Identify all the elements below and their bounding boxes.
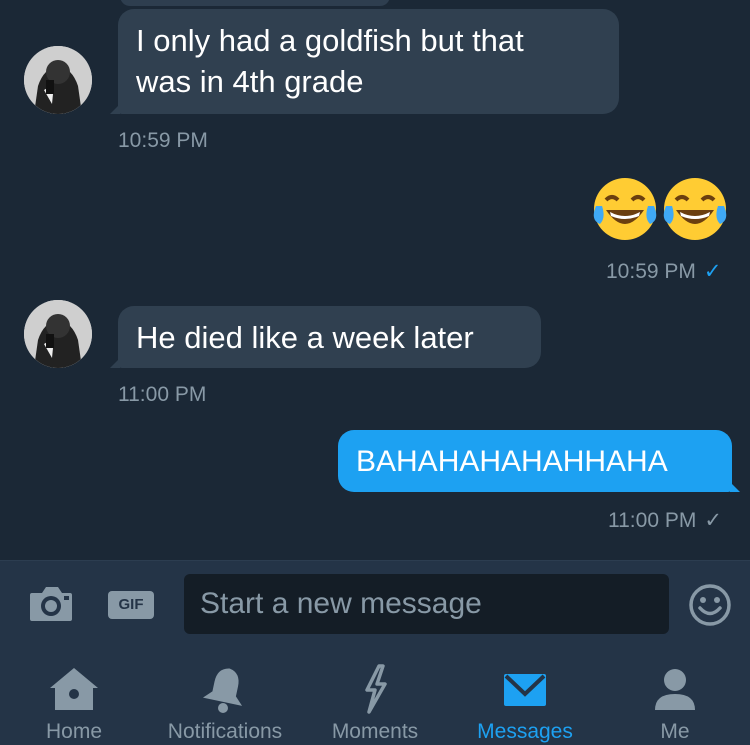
tab-label: Moments: [331, 720, 419, 743]
timestamp-text: 11:00 PM: [608, 509, 697, 532]
tab-label: Me: [660, 720, 690, 743]
face-with-tears-of-joy-icon: [592, 176, 658, 242]
timestamp-text: 10:59 PM: [606, 260, 696, 283]
person-icon: [655, 669, 695, 710]
avatar[interactable]: [24, 46, 92, 114]
read-check-icon: ✓: [703, 260, 722, 283]
outgoing-emoji-message[interactable]: [592, 176, 728, 242]
tab-label: Notifications: [167, 720, 283, 743]
avatar[interactable]: [24, 300, 92, 368]
gif-button[interactable]: GIF: [108, 591, 154, 619]
incoming-message-bubble[interactable]: He died like a week later: [110, 306, 541, 368]
message-text-line: I only had a goldfish but that: [136, 23, 524, 58]
avatar-photo: [24, 300, 92, 368]
bell-icon: [202, 668, 243, 713]
smiley-icon[interactable]: [688, 583, 732, 627]
tab-me[interactable]: Me: [635, 650, 715, 745]
face-with-tears-of-joy-icon: [662, 176, 728, 242]
sent-check-icon: ✓: [704, 509, 722, 532]
avatar-photo: [24, 46, 92, 114]
camera-icon[interactable]: [28, 585, 74, 623]
message-timestamp: 10:59 PM ✓: [606, 259, 722, 284]
envelope-icon: [504, 674, 546, 706]
lightning-icon: [365, 664, 387, 714]
message-timestamp: 11:00 PM: [118, 383, 207, 406]
message-timestamp: 11:00 PM ✓: [608, 508, 722, 533]
message-text-line: was in 4th grade: [136, 64, 364, 99]
tab-home[interactable]: Home: [24, 650, 124, 745]
message-timestamp: 10:59 PM: [118, 129, 208, 152]
conversation-thread: I only had a goldfish but that was in 4t…: [0, 0, 750, 560]
tab-notifications[interactable]: Notifications: [150, 650, 300, 745]
home-icon: [50, 668, 98, 710]
previous-message-bubble: [120, 0, 390, 6]
message-input[interactable]: [184, 574, 669, 634]
message-text: He died like a week later: [136, 320, 474, 355]
message-text: BAHAHAHAHAHHAHA: [356, 445, 668, 478]
incoming-message-bubble[interactable]: I only had a goldfish but that was in 4t…: [110, 9, 619, 114]
tab-messages[interactable]: Messages: [465, 650, 585, 745]
outgoing-message-bubble[interactable]: BAHAHAHAHAHHAHA: [338, 430, 740, 492]
tab-label: Messages: [477, 720, 573, 743]
tab-label: Home: [45, 720, 103, 743]
tab-moments[interactable]: Moments: [320, 650, 430, 745]
